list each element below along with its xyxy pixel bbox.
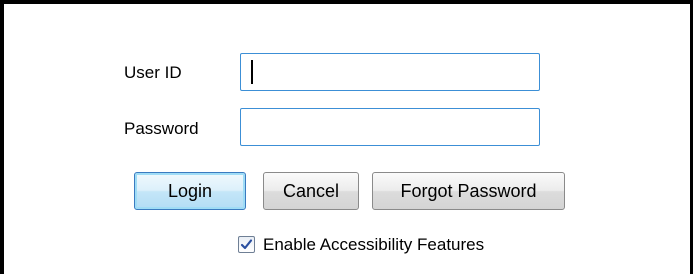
forgot-password-button[interactable]: Forgot Password	[372, 172, 565, 210]
cancel-button[interactable]: Cancel	[263, 172, 359, 210]
checkmark-icon	[240, 239, 253, 250]
password-label: Password	[124, 119, 199, 138]
user-id-label: User ID	[124, 63, 182, 82]
password-field[interactable]	[240, 108, 540, 146]
accessibility-checkbox[interactable]	[238, 236, 255, 253]
text-caret	[251, 60, 253, 84]
accessibility-checkbox-label[interactable]: Enable Accessibility Features	[263, 235, 484, 255]
user-id-field[interactable]	[240, 53, 540, 91]
login-button[interactable]: Login	[134, 172, 246, 210]
